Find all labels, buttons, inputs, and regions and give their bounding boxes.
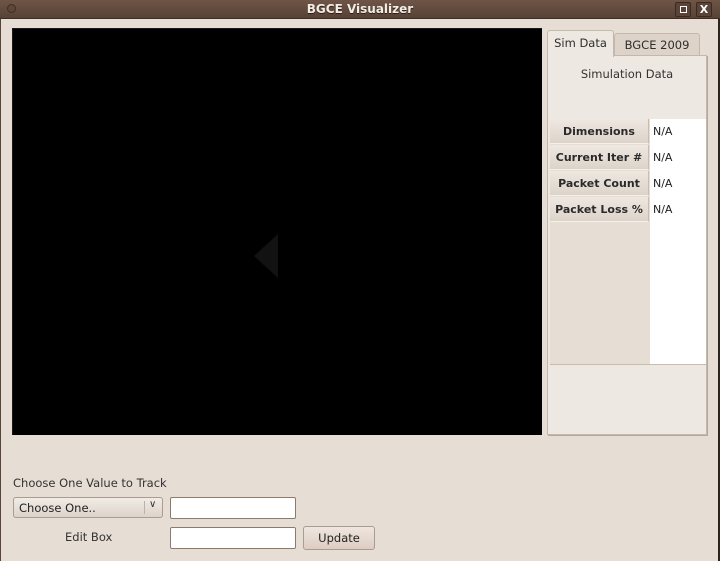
sim-data-panel: Simulation Data Dimensions N/A Current I… <box>547 55 707 435</box>
maximize-icon <box>679 6 687 13</box>
track-value-combo[interactable]: Choose One.. ∨ <box>13 497 163 518</box>
visualization-canvas[interactable] <box>12 28 542 435</box>
close-button[interactable]: X <box>696 2 712 17</box>
title-bar: BGCE Visualizer X <box>0 0 720 19</box>
panel-heading: Simulation Data <box>580 67 674 81</box>
row-label: Packet Loss % <box>550 197 649 222</box>
window-title: BGCE Visualizer <box>306 2 414 16</box>
row-value: N/A <box>653 151 673 164</box>
update-button[interactable]: Update <box>303 526 375 550</box>
row-label: Packet Count <box>550 171 649 196</box>
combo-selected-text: Choose One.. <box>19 501 96 515</box>
table-row: Packet Count N/A <box>550 171 706 197</box>
chevron-down-icon: ∨ <box>149 499 157 510</box>
table-row: Current Iter # N/A <box>550 145 706 171</box>
row-value: N/A <box>653 125 673 138</box>
window-frame-left <box>0 19 1 561</box>
tab-bgce-2009[interactable]: BGCE 2009 <box>614 33 700 56</box>
row-label: Current Iter # <box>550 145 649 170</box>
edit-box-field[interactable] <box>170 527 296 549</box>
edit-box-label: Edit Box <box>65 530 113 544</box>
table-row: Dimensions N/A <box>550 119 706 145</box>
track-value-field[interactable] <box>170 497 296 519</box>
table-row: Packet Loss % N/A <box>550 197 706 223</box>
combo-separator <box>144 501 145 514</box>
row-value: N/A <box>653 177 673 190</box>
maximize-button[interactable] <box>675 2 691 17</box>
tab-sim-data[interactable]: Sim Data <box>547 30 614 57</box>
close-icon: X <box>699 3 709 16</box>
sim-data-table: Dimensions N/A Current Iter # N/A Packet… <box>550 119 706 365</box>
row-value: N/A <box>653 203 673 216</box>
track-label: Choose One Value to Track <box>13 476 167 490</box>
row-label: Dimensions <box>550 119 649 144</box>
play-arrow-icon <box>254 234 278 278</box>
